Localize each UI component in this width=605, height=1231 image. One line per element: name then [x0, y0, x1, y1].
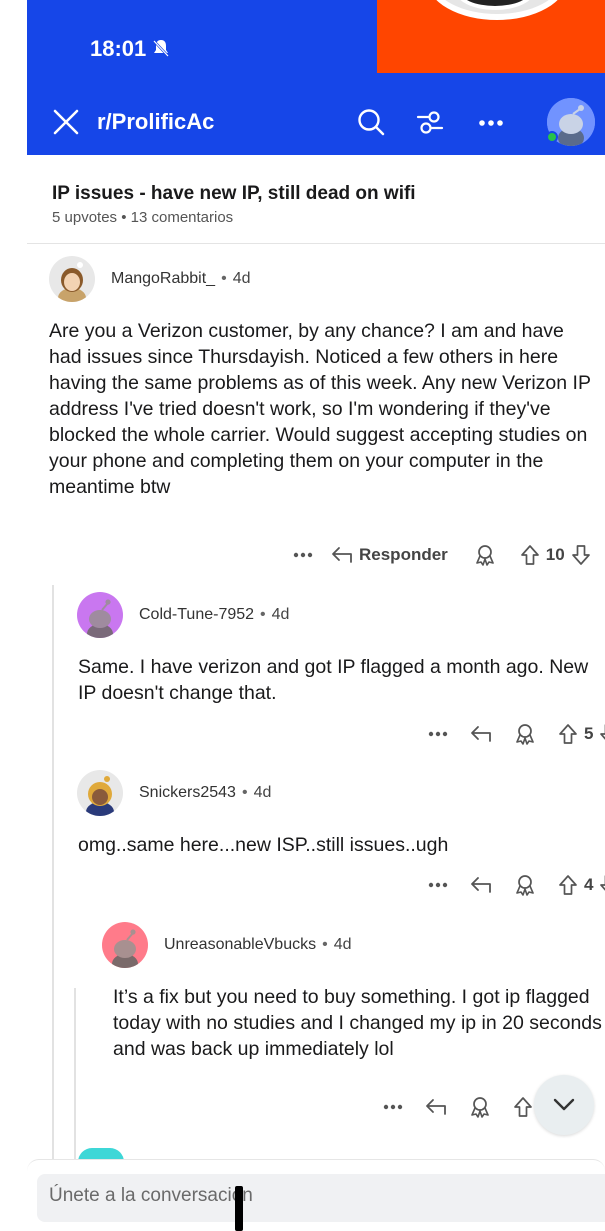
- thread-line: [52, 585, 54, 1231]
- upvote-icon: [559, 724, 577, 744]
- comment-actions: 5: [412, 723, 605, 745]
- comment-actions: [367, 1096, 533, 1118]
- separator-dot: •: [322, 936, 328, 953]
- filter-icon[interactable]: [416, 107, 444, 137]
- upvote-icon[interactable]: [513, 1096, 533, 1118]
- comment-username[interactable]: UnreasonableVbucks: [164, 936, 316, 954]
- upvote-icon: [559, 875, 577, 895]
- comment-body: Same. I have verizon and got IP flagged …: [78, 656, 589, 704]
- vote-count: 5: [584, 724, 594, 743]
- downvote-icon: [600, 884, 605, 891]
- comment-age: 4d: [232, 270, 251, 287]
- award-icon[interactable]: [514, 723, 536, 745]
- avatar[interactable]: [102, 922, 148, 968]
- more-options-icon[interactable]: [477, 107, 505, 137]
- reply-icon[interactable]: [470, 725, 492, 743]
- comment-header: Cold-Tune-7952 • 4d: [77, 592, 289, 638]
- comment-body: Are you a Verizon customer, by any chanc…: [49, 320, 591, 498]
- status-time: 18:01: [90, 36, 147, 61]
- app-bar: r/ProlificAc: [27, 93, 605, 155]
- more-icon[interactable]: [383, 1104, 403, 1110]
- reply-icon[interactable]: [425, 1098, 447, 1116]
- downvote-icon: [600, 733, 605, 740]
- reply-icon: [332, 547, 352, 563]
- jump-down-button[interactable]: [534, 1075, 594, 1135]
- upvote-icon: [520, 545, 539, 565]
- vote-count: 4: [584, 875, 594, 894]
- post-content: IP issues - have new IP, still dead on w…: [27, 155, 605, 1231]
- avatar[interactable]: [77, 592, 123, 638]
- comment-header: UnreasonableVbucks • 4d: [102, 922, 352, 968]
- reply-icon[interactable]: [470, 876, 492, 894]
- more-icon[interactable]: [293, 552, 313, 558]
- post-meta: 5 upvotes • 13 comentarios: [52, 209, 234, 226]
- award-icon[interactable]: [469, 1096, 491, 1118]
- comment-body: It’s a fix but you need to buy something…: [113, 986, 602, 1060]
- avatar[interactable]: [49, 256, 95, 302]
- reply-label: Responder: [359, 545, 448, 564]
- subreddit-name[interactable]: r/ProlificAc: [97, 109, 214, 135]
- text-cursor: [235, 1186, 243, 1231]
- comment-actions: 4: [412, 874, 605, 896]
- downvote-icon: [571, 545, 590, 565]
- comment-age: 4d: [271, 606, 290, 623]
- comment-header: MangoRabbit_ • 4d: [49, 256, 250, 302]
- comment-age: 4d: [253, 784, 272, 801]
- vote-group: 5: [558, 723, 605, 745]
- compose-input[interactable]: Únete a la conversación: [37, 1174, 605, 1222]
- award-icon[interactable]: [514, 874, 536, 896]
- divider: [27, 243, 605, 244]
- separator-dot: •: [221, 270, 227, 287]
- comment-body: omg..same here...new ISP..still issues..…: [78, 834, 449, 856]
- reply-button[interactable]: Responder: [331, 545, 448, 565]
- notification-banner: [377, 0, 605, 73]
- post-title[interactable]: IP issues - have new IP, still dead on w…: [52, 183, 416, 205]
- comment-actions: Responder 10: [277, 544, 591, 566]
- comment-username[interactable]: Snickers2543: [139, 784, 236, 802]
- online-status-dot: [546, 131, 558, 143]
- close-icon[interactable]: [53, 109, 79, 135]
- award-icon[interactable]: [474, 544, 496, 566]
- vote-count: 10: [545, 545, 565, 564]
- chevron-down-icon: [553, 1098, 575, 1111]
- avatar[interactable]: [77, 770, 123, 816]
- more-icon[interactable]: [428, 882, 448, 888]
- comment-username[interactable]: Cold-Tune-7952: [139, 606, 254, 624]
- vote-group: 4: [558, 874, 605, 896]
- compose-bar: Únete a la conversación: [27, 1159, 605, 1231]
- separator-dot: •: [241, 784, 248, 801]
- left-margin: [0, 0, 27, 1231]
- bell-muted-icon: [153, 40, 169, 57]
- comment-header: Snickers2543 • 4d: [77, 770, 271, 816]
- vote-group: 10: [520, 544, 591, 566]
- more-icon[interactable]: [428, 731, 448, 737]
- comment-age: 4d: [333, 936, 352, 953]
- comment-username[interactable]: MangoRabbit_: [111, 270, 215, 288]
- search-icon[interactable]: [357, 107, 385, 137]
- separator-dot: •: [260, 606, 266, 623]
